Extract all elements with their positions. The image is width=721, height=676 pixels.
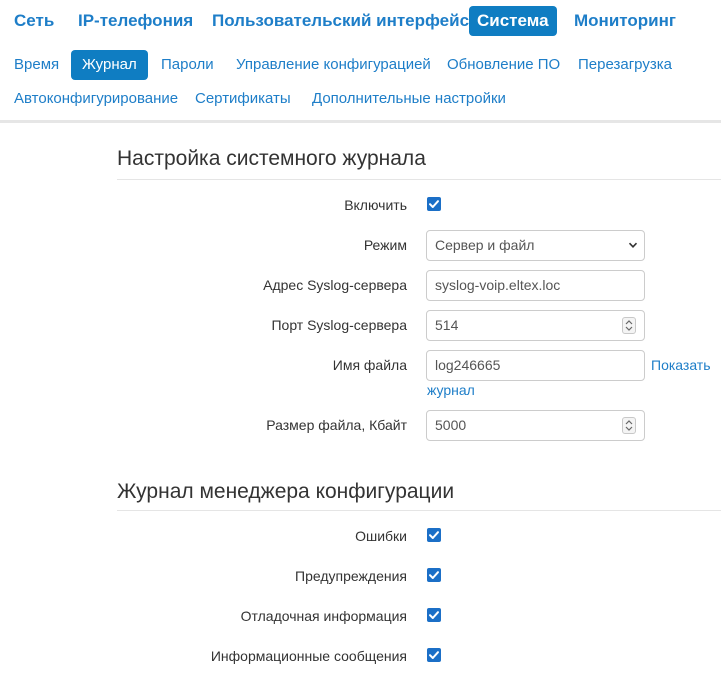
mode-select-value: Сервер и файл — [435, 237, 535, 253]
syslog-section-title: Настройка системного журнала — [117, 147, 426, 170]
file-name-input[interactable]: log246665 — [426, 350, 645, 381]
checkmark-icon — [429, 531, 439, 539]
debug-info-checkbox[interactable] — [427, 608, 441, 622]
tab-certificates[interactable]: Сертификаты — [184, 84, 302, 114]
tab-config-management[interactable]: Управление конфигурацией — [225, 50, 442, 80]
info-messages-label: Информационные сообщения — [210, 648, 407, 664]
nav-divider — [0, 120, 721, 123]
tab-reboot[interactable]: Перезагрузка — [567, 50, 683, 80]
checkmark-icon — [429, 200, 439, 208]
syslog-server-value: syslog-voip.eltex.loc — [435, 277, 561, 293]
show-log-link-continued[interactable]: журнал — [427, 382, 475, 398]
checkmark-icon — [429, 571, 439, 579]
port-stepper[interactable] — [622, 317, 636, 334]
file-size-label: Размер файла, Кбайт — [266, 417, 407, 433]
stepper-arrows-icon — [625, 420, 633, 431]
checkmark-icon — [429, 651, 439, 659]
file-name-label: Имя файла — [332, 357, 407, 373]
stepper-arrows-icon — [625, 320, 633, 331]
config-log-section-title: Журнал менеджера конфигурации — [117, 480, 455, 503]
nav-main-user-interface[interactable]: Пользовательский интерфейс — [204, 6, 477, 36]
checkmark-icon — [429, 611, 439, 619]
tab-log[interactable]: Журнал — [71, 50, 148, 80]
syslog-port-label: Порт Syslog-сервера — [271, 317, 407, 333]
warnings-label: Предупреждения — [295, 568, 407, 584]
nav-main-monitoring[interactable]: Мониторинг — [566, 6, 684, 36]
tab-autoconfig[interactable]: Автоконфигурирование — [3, 84, 189, 114]
syslog-server-input[interactable]: syslog-voip.eltex.loc — [426, 270, 645, 301]
debug-info-label: Отладочная информация — [240, 608, 407, 624]
main-nav: Сеть IP-телефония Пользовательский интер… — [0, 0, 721, 42]
syslog-section-rule — [117, 179, 721, 180]
nav-main-ip-telephony[interactable]: IP-телефония — [70, 6, 201, 36]
syslog-port-input[interactable]: 514 — [426, 310, 645, 341]
nav-main-network[interactable]: Сеть — [6, 6, 62, 36]
enable-checkbox[interactable] — [427, 197, 441, 211]
file-size-input[interactable]: 5000 — [426, 410, 645, 441]
config-log-section-rule — [117, 510, 721, 511]
syslog-server-label: Адрес Syslog-сервера — [263, 277, 407, 293]
chevron-down-icon — [628, 242, 638, 248]
show-log-link[interactable]: Показать — [651, 357, 711, 373]
enable-label: Включить — [344, 197, 407, 213]
nav-main-system[interactable]: Система — [469, 6, 557, 36]
syslog-port-value: 514 — [435, 317, 459, 333]
warnings-checkbox[interactable] — [427, 568, 441, 582]
mode-select[interactable]: Сервер и файл — [426, 230, 645, 261]
file-name-value: log246665 — [435, 357, 501, 373]
tab-passwords[interactable]: Пароли — [150, 50, 225, 80]
tab-advanced-settings[interactable]: Дополнительные настройки — [301, 84, 517, 114]
tab-time[interactable]: Время — [3, 50, 70, 80]
errors-label: Ошибки — [355, 528, 407, 544]
mode-label: Режим — [363, 237, 407, 253]
file-size-stepper[interactable] — [622, 417, 636, 434]
info-messages-checkbox[interactable] — [427, 648, 441, 662]
errors-checkbox[interactable] — [427, 528, 441, 542]
tab-firmware-update[interactable]: Обновление ПО — [436, 50, 571, 80]
file-size-value: 5000 — [435, 417, 467, 433]
